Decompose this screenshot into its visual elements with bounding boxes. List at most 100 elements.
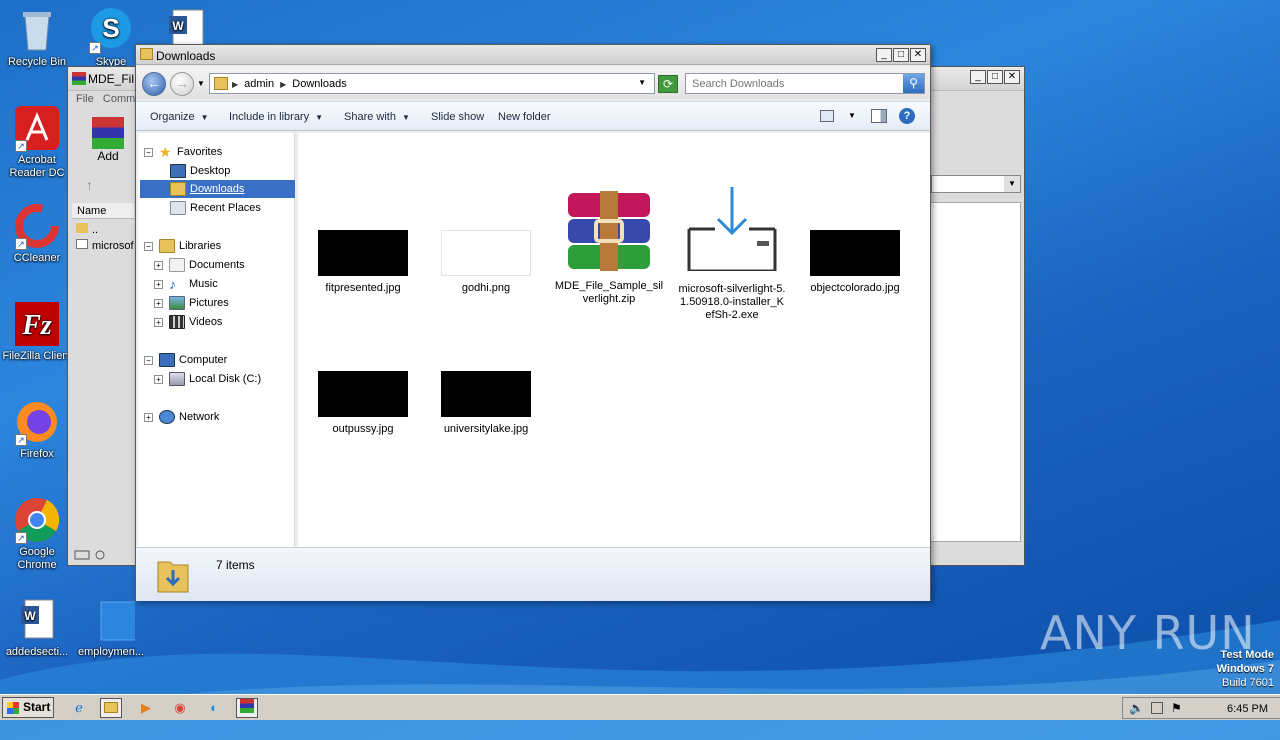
include-in-library-button[interactable]: Include in library ▼: [229, 111, 323, 123]
expand-icon[interactable]: +: [154, 317, 163, 327]
clock[interactable]: 6:45 PM: [1227, 703, 1268, 715]
view-chevron-down-icon[interactable]: ▼: [848, 111, 856, 120]
desktop-icon-employment[interactable]: employmen...: [74, 596, 148, 659]
expand-icon[interactable]: +: [154, 298, 163, 308]
breadcrumb-chevron-icon[interactable]: ▶: [232, 80, 238, 89]
new-folder-button[interactable]: New folder: [498, 111, 551, 123]
desktop-icon-firefox[interactable]: ↗ Firefox: [0, 398, 74, 461]
column-header-name[interactable]: Name: [72, 203, 134, 219]
desktop-icon-acrobat[interactable]: ↗ Acrobat Reader DC: [0, 104, 74, 180]
file-item[interactable]: godhi.png: [431, 230, 541, 295]
tree-desktop[interactable]: Desktop: [170, 162, 230, 180]
installer-download-icon: [687, 185, 777, 273]
maximize-button[interactable]: □: [893, 48, 909, 62]
close-button[interactable]: ✕: [1004, 70, 1020, 84]
tree-computer[interactable]: − Computer: [144, 351, 227, 369]
music-icon: ♪: [169, 276, 176, 292]
svg-text:W: W: [24, 609, 36, 623]
documents-icon: [169, 258, 185, 272]
collapse-icon[interactable]: −: [144, 147, 153, 157]
search-box[interactable]: ⚲: [685, 73, 925, 94]
expand-icon[interactable]: +: [154, 260, 163, 270]
volume-icon[interactable]: 🔈: [1129, 701, 1144, 715]
winrar-taskbar-icon[interactable]: [236, 698, 258, 718]
chevron-down-icon: ▼: [200, 113, 209, 122]
expand-icon[interactable]: +: [154, 374, 163, 384]
help-icon[interactable]: ?: [899, 108, 915, 124]
forward-button[interactable]: →: [170, 72, 194, 96]
breadcrumb-downloads[interactable]: Downloads: [292, 78, 346, 90]
tree-network[interactable]: + Network: [144, 408, 219, 426]
address-bar[interactable]: ▶ admin ▶ Downloads ▼: [209, 73, 655, 94]
organize-button[interactable]: Organize ▼: [150, 111, 209, 123]
network-icon: [159, 410, 175, 424]
up-arrow-icon[interactable]: ↑: [86, 177, 93, 193]
search-input[interactable]: [686, 74, 896, 93]
tree-recent-places[interactable]: Recent Places: [170, 199, 261, 217]
minimize-button[interactable]: _: [970, 70, 986, 84]
expand-icon[interactable]: +: [144, 412, 153, 422]
edge-icon[interactable]: ◐: [203, 698, 225, 718]
address-dropdown-chevron-icon[interactable]: ▼: [638, 78, 646, 87]
winrar-menu: File Comm: [76, 93, 135, 105]
image-thumbnail: [441, 371, 531, 417]
breadcrumb: ▶ admin ▶ Downloads: [232, 78, 347, 90]
tree-pictures[interactable]: + Pictures: [154, 294, 229, 312]
menu-commands[interactable]: Comm: [103, 93, 135, 105]
recent-pages-chevron-icon[interactable]: ▼: [197, 79, 205, 88]
breadcrumb-chevron-icon[interactable]: ▶: [280, 80, 286, 89]
breadcrumb-admin[interactable]: admin: [244, 78, 274, 90]
close-button[interactable]: ✕: [910, 48, 926, 62]
tree-documents[interactable]: + Documents: [154, 256, 245, 274]
refresh-icon: ⟳: [662, 77, 674, 91]
drive-icon[interactable]: [74, 549, 114, 561]
tree-libraries[interactable]: − Libraries: [144, 237, 221, 255]
file-item[interactable]: MDE_File_Sample_silverlight.zip: [554, 191, 664, 306]
chevron-down-icon: ▼: [1004, 176, 1020, 192]
refresh-button[interactable]: ⟳: [658, 75, 678, 93]
file-item[interactable]: outpussy.jpg: [308, 371, 418, 436]
tree-local-disk[interactable]: + Local Disk (C:): [154, 370, 261, 388]
file-item[interactable]: microsoft-silverlight-5.1.50918.0-instal…: [677, 185, 787, 322]
collapse-icon[interactable]: −: [144, 355, 153, 365]
file-item[interactable]: objectcolorado.jpg: [800, 230, 910, 295]
winrar-path-dropdown[interactable]: ▼: [931, 175, 1021, 193]
explorer-window[interactable]: Downloads _ □ ✕ ← → ▼ ▶ admin ▶ Download…: [135, 44, 931, 601]
explorer-titlebar[interactable]: Downloads _ □ ✕: [136, 45, 930, 65]
collapse-icon[interactable]: −: [144, 241, 153, 251]
list-item[interactable]: ..: [76, 222, 134, 238]
file-item[interactable]: fitpresented.jpg: [308, 230, 418, 295]
start-button[interactable]: Start: [2, 697, 54, 718]
share-with-button[interactable]: Share with ▼: [344, 111, 410, 123]
desktop-icon-chrome[interactable]: ↗ Google Chrome: [0, 496, 74, 572]
file-item[interactable]: universitylake.jpg: [431, 371, 541, 436]
list-item[interactable]: microsof: [76, 238, 134, 254]
internet-explorer-icon[interactable]: ℯ: [68, 698, 90, 718]
explorer-taskbar-icon[interactable]: [100, 698, 122, 718]
rar-archive-icon: [564, 191, 654, 271]
desktop-icon-addedsection[interactable]: W addedsecti...: [0, 596, 74, 659]
maximize-button[interactable]: □: [987, 70, 1003, 84]
preview-pane-icon[interactable]: [871, 109, 887, 123]
desktop-icon-ccleaner[interactable]: ↗ CCleaner: [0, 202, 74, 265]
slide-show-button[interactable]: Slide show: [431, 111, 484, 123]
desktop-icon-filezilla[interactable]: Fz FileZilla Client: [0, 300, 74, 363]
tree-favorites[interactable]: − ★ Favorites: [144, 143, 222, 161]
chrome-taskbar-icon[interactable]: ◉: [169, 698, 191, 718]
menu-file[interactable]: File: [76, 93, 94, 105]
back-button[interactable]: ←: [142, 72, 166, 96]
media-player-icon[interactable]: ▶: [135, 698, 157, 718]
expand-icon[interactable]: +: [154, 279, 163, 289]
search-icon[interactable]: ⚲: [903, 74, 924, 93]
winrar-add-button[interactable]: Add: [88, 117, 128, 163]
minimize-button[interactable]: _: [876, 48, 892, 62]
tree-videos[interactable]: + Videos: [154, 313, 222, 331]
tree-music[interactable]: + ♪ Music: [154, 275, 218, 293]
view-options-icon[interactable]: [820, 110, 834, 122]
tree-downloads[interactable]: Downloads: [140, 180, 295, 198]
local-disk-icon: [169, 372, 185, 386]
desktop-icon-recycle-bin[interactable]: Recycle Bin: [0, 6, 74, 69]
flag-icon[interactable]: ⚑: [1171, 701, 1182, 715]
network-tray-icon[interactable]: [1151, 702, 1163, 714]
chevron-down-icon: ▼: [315, 113, 324, 122]
